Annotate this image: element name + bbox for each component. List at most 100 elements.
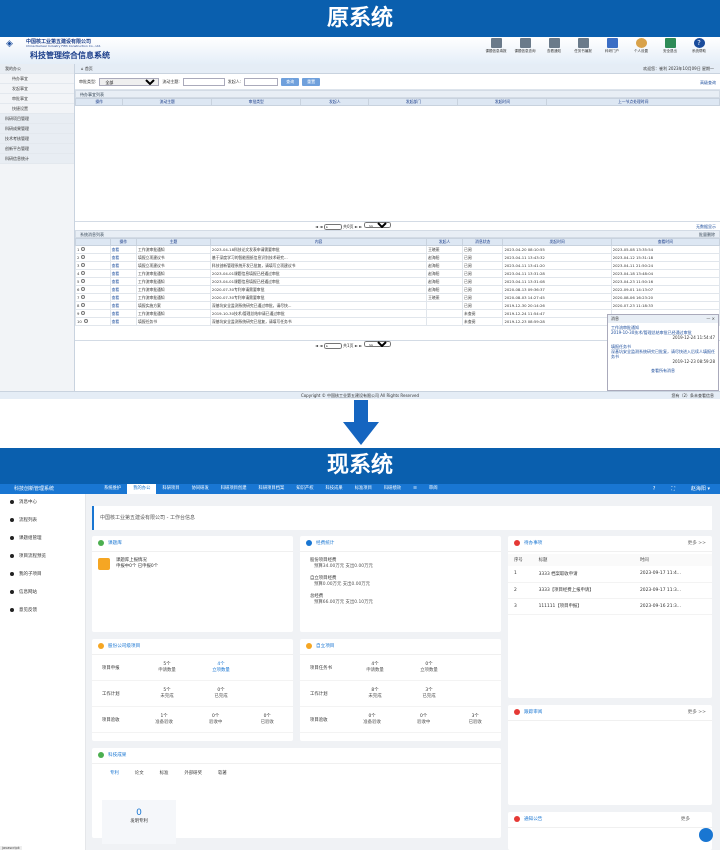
row-checkbox[interactable] — [81, 295, 86, 299]
type-select[interactable]: 全部 — [99, 77, 160, 86]
toolbar-button[interactable]: 安全退出 — [657, 38, 683, 54]
column-header[interactable]: 发起时间 — [457, 98, 548, 106]
more-link[interactable]: 更多 >> — [688, 536, 706, 552]
chat-float-button[interactable] — [699, 828, 713, 842]
batch-delete-button[interactable]: 批量删除 — [699, 231, 715, 238]
page-input[interactable] — [323, 223, 342, 230]
cell-op[interactable]: 查看 — [109, 245, 138, 254]
achievement-tab[interactable]: 外部研奖 — [176, 770, 210, 779]
row-checkbox[interactable] — [81, 303, 86, 307]
stat-cell[interactable]: 8个 未完成 — [348, 688, 402, 700]
column-header[interactable]: 查看时间 — [610, 238, 720, 246]
top-menu-item[interactable]: 科技成果 — [320, 484, 349, 494]
sidebar-item[interactable]: 我的子项目 — [0, 566, 85, 584]
menu-icon[interactable]: ☰ — [407, 484, 423, 494]
stat-cell[interactable]: 0个 准备验收 — [346, 714, 398, 726]
sidebar-item[interactable]: 发起事宜 — [0, 84, 74, 94]
stat-cell[interactable]: 4个 申请数量 — [348, 662, 402, 674]
row-checkbox[interactable] — [81, 279, 86, 283]
sidebar-item[interactable]: 创新平台管理 — [0, 144, 74, 154]
cell-op[interactable]: 查看 — [109, 285, 138, 294]
sidebar-item[interactable]: 审批事宜 — [0, 94, 74, 104]
sidebar-item[interactable]: 科研项目管理 — [0, 114, 74, 124]
cell-op[interactable]: 查看 — [109, 253, 138, 262]
pager-next-icon[interactable]: ► ► — [355, 343, 364, 348]
top-menu-item[interactable]: 系统维护 — [98, 484, 127, 494]
column-header[interactable]: 内容 — [209, 238, 428, 246]
sidebar-item[interactable]: 信息网站 — [0, 584, 85, 602]
top-menu-item[interactable]: 审阅 — [423, 484, 444, 494]
sidebar-item[interactable]: 技术考核管理 — [0, 134, 74, 144]
stat-cell[interactable]: 3个 已完成 — [402, 688, 456, 700]
stat-cell[interactable]: 5个 申请数量 — [140, 662, 194, 674]
column-header[interactable] — [75, 238, 111, 246]
sender-input[interactable] — [244, 77, 279, 86]
column-header[interactable]: 发起时间 — [502, 238, 612, 246]
table-row[interactable]: 1 3333 档案取收申请 2023-09-17 11:4... — [508, 566, 712, 583]
top-menu-item[interactable]: 科研项目创建 — [215, 484, 253, 494]
sidebar-item[interactable]: 课题组管理 — [0, 530, 85, 548]
sidebar-item[interactable]: 项目流程预览 — [0, 548, 85, 566]
unread-notice[interactable]: 您有（2）条未查看信息 — [671, 392, 714, 400]
reset-button[interactable]: 重置 — [302, 77, 321, 86]
toolbar-button[interactable]: 课题信息填报 — [483, 38, 509, 54]
cell-op[interactable]: 查看 — [109, 277, 138, 286]
cell-op[interactable]: 查看 — [109, 317, 138, 326]
row-checkbox[interactable] — [81, 255, 86, 259]
column-header[interactable]: 审批类型 — [211, 98, 302, 106]
stat-cell[interactable]: 1个 准备验收 — [138, 714, 190, 726]
sidebar-item[interactable]: 待办事宜 — [0, 74, 74, 84]
achievement-tab[interactable]: 标准 — [152, 770, 177, 779]
toolbar-button[interactable]: 课题信息查询 — [512, 38, 538, 54]
cell-op[interactable]: 查看 — [109, 301, 138, 310]
column-header[interactable]: 主题 — [136, 238, 211, 246]
top-menu-item[interactable]: 科研项目档案 — [253, 484, 291, 494]
stat-cell[interactable]: 5个 未完成 — [140, 688, 194, 700]
breadcrumb[interactable]: 首页 — [85, 66, 93, 71]
column-header[interactable]: 发起部门 — [368, 98, 459, 106]
row-checkbox[interactable] — [81, 247, 86, 251]
sidebar-item[interactable]: 流程列表 — [0, 512, 85, 530]
toolbar-button[interactable]: 科研门户 — [599, 38, 625, 54]
cell-op[interactable]: 查看 — [109, 293, 138, 302]
stat-cell[interactable]: 0个 已验收 — [241, 714, 293, 726]
top-menu-item[interactable]: 科研绩效 — [378, 484, 407, 494]
popup-item-text[interactable]: 深基坑安全监测系统研究已批复，请尽快进入后续人填报任务书 — [611, 349, 715, 359]
sidebar-item[interactable]: 科研信息统计 — [0, 154, 74, 164]
stat-cell[interactable]: 4个 立项数量 — [194, 662, 248, 674]
close-icon[interactable]: — × — [706, 315, 715, 323]
page-input[interactable] — [323, 342, 342, 349]
sidebar-item[interactable]: 快捷设置 — [0, 104, 74, 114]
row-checkbox[interactable] — [81, 311, 86, 315]
more-link[interactable]: 更多 >> — [688, 705, 706, 721]
table-row[interactable]: 2 3333【项目经费上报申请】 2023-09-17 11:3... — [508, 582, 712, 599]
stat-cell[interactable]: 0个 已完成 — [194, 688, 248, 700]
stat-cell[interactable]: 0个 验收中 — [190, 714, 242, 726]
top-menu-item[interactable]: 协同研发 — [186, 484, 215, 494]
page-size-select[interactable]: 30 — [363, 341, 391, 347]
query-button[interactable]: 查询 — [281, 77, 300, 86]
pager-prev-icon[interactable]: ◄ ◄ — [315, 224, 324, 229]
toolbar-button[interactable]: 个人设置 — [628, 38, 654, 54]
topic-input[interactable] — [182, 77, 225, 86]
top-menu-item[interactable]: 我的办公 — [127, 484, 157, 494]
pager-next-icon[interactable]: ► ► — [355, 224, 364, 229]
column-header[interactable]: 操作 — [109, 238, 138, 246]
row-checkbox[interactable] — [81, 287, 86, 291]
help-icon[interactable]: ? — [653, 484, 656, 494]
top-menu-item[interactable]: 科研项目 — [156, 484, 185, 494]
stat-cell[interactable]: 0个 立项数量 — [402, 662, 456, 674]
cell-op[interactable]: 查看 — [109, 309, 138, 318]
sidebar-item[interactable]: 消息中心 — [0, 494, 85, 512]
column-header[interactable]: 上一节点处理时间 — [546, 98, 720, 106]
sidebar-item[interactable]: 科研成果管理 — [0, 124, 74, 134]
achievement-tab[interactable]: 论文 — [127, 770, 152, 779]
column-header[interactable]: 发起人 — [300, 98, 370, 106]
more-link[interactable]: 更多 — [681, 812, 690, 828]
column-header[interactable]: 消息状态 — [462, 238, 504, 246]
column-header[interactable]: 流动主题 — [122, 98, 213, 106]
toolbar-button[interactable]: 任务书编报 — [570, 38, 596, 54]
achievement-tab[interactable]: 软著 — [210, 770, 235, 779]
patent-count-box[interactable]: 0 发明专利 — [102, 800, 176, 844]
column-header[interactable]: 发起人 — [426, 238, 464, 246]
